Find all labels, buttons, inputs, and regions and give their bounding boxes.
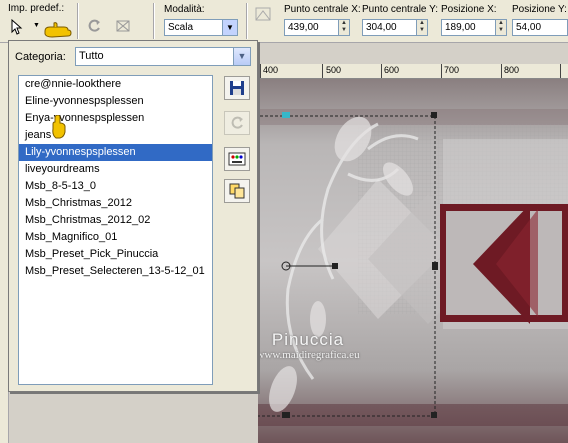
copy-icon — [229, 183, 245, 199]
category-label: Categoria: — [15, 51, 66, 63]
presets-label: Imp. predef.: — [8, 3, 65, 14]
mode-select[interactable]: Scala ▼ — [164, 19, 238, 36]
ruler-mark: 800 — [504, 65, 520, 75]
category-value: Tutto — [79, 50, 104, 62]
list-item[interactable]: liveyourdreams — [19, 161, 212, 178]
pos-y-label: Posizione Y: — [512, 4, 567, 15]
hand-pointer-icon — [51, 114, 67, 142]
mode-label: Modalità: — [164, 4, 205, 15]
save-preset-button[interactable] — [224, 76, 250, 100]
list-item[interactable]: Enya-yvonnespsplessen — [19, 110, 212, 127]
center-y-label: Punto centrale Y: — [362, 4, 438, 15]
spin-icon[interactable]: ▲ ▼ — [338, 20, 349, 35]
list-item[interactable]: cre@nnie-lookthere — [19, 76, 212, 93]
chevron-down-icon: ▼ — [233, 48, 250, 65]
presets-panel: Categoria: Tutto ▼ cre@nnie-lookthere El… — [8, 40, 258, 392]
center-x-field[interactable]: 439,00 ▲ ▼ — [284, 19, 350, 36]
spin-icon[interactable]: ▲ ▼ — [495, 20, 506, 35]
spin-icon[interactable]: ▲ ▼ — [416, 20, 427, 35]
options-button[interactable] — [224, 147, 250, 171]
center-y-field[interactable]: 304,00 ▲ ▼ — [362, 19, 428, 36]
center-y-value: 304,00 — [366, 22, 397, 33]
ruler-mark: 700 — [444, 65, 460, 75]
list-item-selected[interactable]: Lily-yvonnespsplessen — [19, 144, 212, 161]
image-canvas[interactable] — [258, 79, 568, 443]
pos-x-field[interactable]: 189,00 ▲ ▼ — [441, 19, 507, 36]
transform-icon[interactable] — [252, 4, 274, 24]
ruler-mark: 600 — [384, 65, 400, 75]
reset-icon — [231, 116, 243, 129]
list-item[interactable]: Msb_Preset_Pick_Pinuccia — [19, 246, 212, 263]
reset-preset-button[interactable] — [224, 111, 250, 135]
options-icon — [228, 152, 246, 166]
pointer-icon[interactable] — [6, 17, 28, 37]
horizontal-ruler: 400 500 600 700 800 — [258, 64, 568, 79]
list-item[interactable]: Msb_Christmas_2012 — [19, 195, 212, 212]
list-item[interactable]: jeans — [19, 127, 212, 144]
ruler-mark: 500 — [326, 65, 342, 75]
pos-y-field[interactable]: 54,00 — [512, 19, 568, 36]
list-item[interactable]: Msb_8-5-13_0 — [19, 178, 212, 195]
list-item[interactable]: Msb_Magnifico_01 — [19, 229, 212, 246]
tool-options-bar: Imp. predef.: ▼ Modalità: Scala ▼ Punto … — [0, 0, 568, 43]
category-select[interactable]: Tutto ▼ — [75, 47, 251, 66]
pos-y-value: 54,00 — [516, 22, 542, 33]
presets-dropdown-arrow[interactable]: ▼ — [33, 22, 40, 29]
reset-icon[interactable] — [83, 16, 105, 36]
ruler-mark: 400 — [263, 65, 279, 75]
center-x-value: 439,00 — [288, 22, 319, 33]
list-item[interactable]: Msb_Preset_Selecteren_13-5-12_01 — [19, 263, 212, 280]
chevron-down-icon: ▼ — [222, 20, 237, 35]
center-x-label: Punto centrale X: — [284, 4, 361, 15]
background-image — [258, 79, 568, 443]
list-item[interactable]: Eline-yvonnespsplessen — [19, 93, 212, 110]
presets-list[interactable]: cre@nnie-lookthere Eline-yvonnespsplesse… — [18, 75, 213, 385]
save-preset-icon — [230, 81, 244, 95]
mode-select-value: Scala — [168, 22, 194, 33]
pos-x-label: Posizione X: — [441, 4, 497, 15]
canvas-icon[interactable] — [112, 16, 134, 36]
list-item[interactable]: Msb_Christmas_2012_02 — [19, 212, 212, 229]
copy-button[interactable] — [224, 179, 250, 203]
pos-x-value: 189,00 — [445, 22, 476, 33]
